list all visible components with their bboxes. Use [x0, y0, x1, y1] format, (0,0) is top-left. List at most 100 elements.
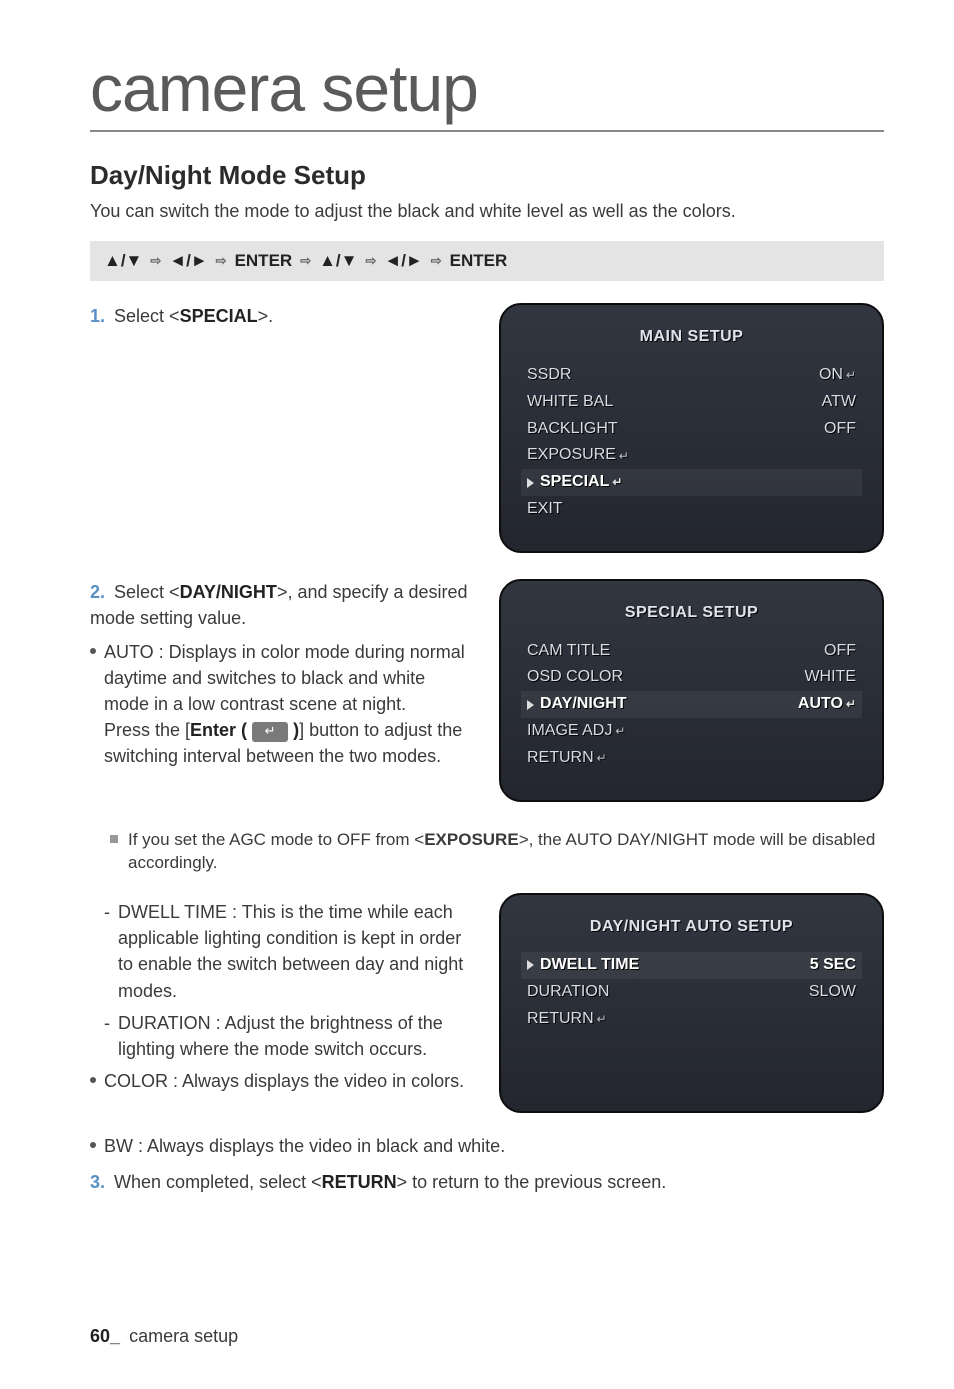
osd-label: EXPOSURE↵: [527, 443, 629, 468]
osd-row: EXIT: [521, 496, 862, 523]
osd-main-setup: MAIN SETUP SSDR ON↵ WHITE BALATW BACKLIGH…: [499, 303, 884, 553]
nav-seg: ▲/▼: [319, 251, 357, 271]
step-number: 2.: [90, 582, 105, 602]
bullet-text: COLOR : Always displays the video in col…: [104, 1068, 464, 1094]
step-text: Select <: [114, 582, 180, 602]
step-text: Select <: [114, 306, 180, 326]
step-keyword: DAY/NIGHT: [180, 582, 277, 602]
osd-value: ON↵: [819, 363, 856, 388]
osd-row: RETURN↵: [521, 1006, 862, 1033]
page-header: camera setup: [90, 50, 884, 132]
osd-row: IMAGE ADJ↵: [521, 718, 862, 745]
step-number: 3.: [90, 1172, 105, 1192]
caret-right-icon: [527, 960, 534, 970]
osd-label: IMAGE ADJ↵: [527, 719, 625, 744]
osd-daynight-auto-setup: DAY/NIGHT AUTO SETUP DWELL TIME 5 SEC DUR…: [499, 893, 884, 1113]
osd-special-setup: SPECIAL SETUP CAM TITLE OFF OSD COLOR WHIT…: [499, 579, 884, 802]
caret-right-icon: [527, 700, 534, 710]
osd-value: SLOW: [809, 980, 856, 1005]
osd-label: EXIT: [527, 497, 563, 522]
enter-icon: ↵: [615, 722, 625, 741]
osd-value: OFF: [824, 639, 856, 664]
dash-icon: -: [104, 1010, 110, 1062]
osd-row-selected: DAY/NIGHT AUTO↵: [521, 691, 862, 718]
page-footer: 60_ camera setup: [90, 1326, 238, 1347]
bullet-color: COLOR : Always displays the video in col…: [90, 1068, 469, 1094]
osd-row: SSDR ON↵: [521, 362, 862, 389]
square-bullet-icon: [110, 835, 118, 843]
osd-label: BACKLIGHT: [527, 417, 618, 442]
footer-text: camera setup: [129, 1326, 238, 1346]
nav-seg: ENTER: [450, 251, 508, 271]
nav-seg: ◄/►: [384, 251, 422, 271]
enter-icon: ↵: [597, 749, 607, 768]
enter-icon: ↵: [846, 697, 856, 711]
arrow-icon: ⇨: [216, 253, 227, 269]
arrow-icon: ⇨: [150, 253, 161, 269]
note-text: If you set the AGC mode to OFF from <: [128, 830, 424, 849]
nav-seg: ENTER: [235, 251, 293, 271]
osd-row: BACKLIGHT OFF: [521, 416, 862, 443]
bullet-icon: [90, 648, 96, 654]
sub-duration: -DURATION : Adjust the brightness of the…: [104, 1010, 469, 1062]
sub-text: DURATION : Adjust the brightness of the …: [118, 1010, 469, 1062]
step-2: 2. Select <DAY/NIGHT>, and specify a des…: [90, 579, 469, 776]
step-text: >.: [258, 306, 274, 326]
osd-row: EXPOSURE↵: [521, 442, 862, 469]
bullet-text: Press the [Enter ( ↵ )] button to adjust…: [104, 717, 469, 769]
page-number: 60_: [90, 1326, 120, 1346]
osd-label: SPECIAL↵: [527, 470, 622, 495]
nav-seg: ▲/▼: [104, 251, 142, 271]
bullet-icon: [90, 1077, 96, 1083]
osd-label: CAM TITLE: [527, 639, 610, 664]
step-keyword: SPECIAL: [180, 306, 258, 326]
enter-icon: ↵: [597, 1010, 607, 1029]
step-number: 1.: [90, 306, 105, 326]
arrow-icon: ⇨: [431, 253, 442, 269]
osd-label: DWELL TIME: [527, 953, 639, 978]
osd-row: WHITE BALATW: [521, 389, 862, 416]
osd-value: WHITE: [804, 665, 856, 690]
step-text: When completed, select <: [114, 1172, 322, 1192]
osd-row: OSD COLOR WHITE: [521, 664, 862, 691]
nav-seg: ◄/►: [169, 251, 207, 271]
dash-icon: -: [104, 899, 110, 1003]
bullet-bw: BW : Always displays the video in black …: [90, 1133, 884, 1159]
enter-icon: ↵: [619, 447, 629, 466]
step-keyword: RETURN: [322, 1172, 397, 1192]
osd-row: RETURN↵: [521, 745, 862, 772]
bullet-text: BW : Always displays the video in black …: [104, 1133, 505, 1159]
osd-value: ATW: [822, 390, 856, 415]
arrow-icon: ⇨: [365, 253, 376, 269]
step-text: > to return to the previous screen.: [397, 1172, 667, 1192]
osd-label: OSD COLOR: [527, 665, 623, 690]
note-agc: If you set the AGC mode to OFF from <EXP…: [110, 828, 884, 876]
osd-row-selected: SPECIAL↵: [521, 469, 862, 496]
osd-row: DURATIONSLOW: [521, 979, 862, 1006]
arrow-icon: ⇨: [300, 253, 311, 269]
section-title: Day/Night Mode Setup: [90, 160, 884, 191]
osd-label: DAY/NIGHT: [527, 692, 627, 717]
osd-title: MAIN SETUP: [521, 325, 862, 350]
osd-value: 5 SEC: [810, 953, 856, 978]
enter-icon: ↵: [612, 473, 622, 492]
step-1: 1. Select <SPECIAL>.: [90, 303, 469, 329]
sub-options: -DWELL TIME : This is the time while eac…: [90, 893, 469, 1100]
osd-row-selected: DWELL TIME 5 SEC: [521, 952, 862, 979]
osd-label: SSDR: [527, 363, 571, 388]
bullet-text: AUTO : Displays in color mode during nor…: [104, 639, 469, 717]
osd-title: DAY/NIGHT AUTO SETUP: [521, 915, 862, 940]
sub-text: DWELL TIME : This is the time while each…: [118, 899, 469, 1003]
section-lead: You can switch the mode to adjust the bl…: [90, 199, 884, 223]
sub-dwell: -DWELL TIME : This is the time while eac…: [104, 899, 469, 1003]
enter-icon: ↵: [846, 368, 856, 382]
osd-label: RETURN↵: [527, 1007, 607, 1032]
osd-value: OFF: [824, 417, 856, 442]
enter-key-icon: ↵: [252, 722, 288, 742]
osd-title: SPECIAL SETUP: [521, 601, 862, 626]
bullet-icon: [90, 1142, 96, 1148]
note-keyword: EXPOSURE: [424, 830, 518, 849]
osd-row: CAM TITLE OFF: [521, 638, 862, 665]
osd-value: AUTO↵: [798, 692, 856, 717]
osd-label: RETURN↵: [527, 746, 607, 771]
